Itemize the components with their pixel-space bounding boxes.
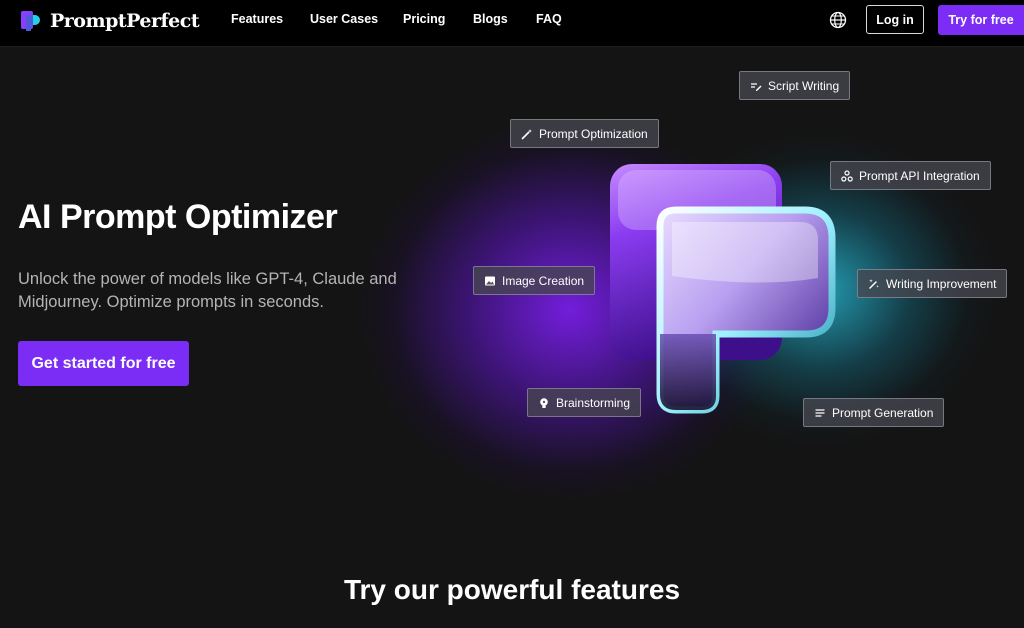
features-section-title: Try our powerful features: [343, 574, 681, 605]
top-navbar: PromptPerfect Features User Cases Pricin…: [0, 0, 1024, 47]
get-started-button[interactable]: Get started for free: [18, 341, 189, 386]
chip-script-writing[interactable]: Script Writing: [739, 71, 851, 100]
text-lines-icon: [815, 408, 825, 417]
api-nodes-icon: [841, 169, 853, 182]
image-icon: [485, 276, 495, 285]
chip-label: Prompt Generation: [832, 405, 934, 420]
brand-logo-icon: [21, 11, 40, 31]
nav-link-pricing[interactable]: Pricing: [403, 12, 445, 26]
brand-name: PromptPerfect: [50, 10, 200, 32]
chip-writing-improvement[interactable]: Writing Improvement: [857, 269, 1008, 298]
login-button[interactable]: Log in: [866, 5, 924, 34]
chip-image-creation[interactable]: Image Creation: [473, 266, 596, 295]
nav-link-faq[interactable]: FAQ: [536, 12, 562, 26]
chip-brainstorming[interactable]: Brainstorming: [527, 388, 642, 417]
prompt-perfect-3d-logo: [610, 164, 836, 414]
chip-prompt-api-integration[interactable]: Prompt API Integration: [830, 161, 991, 190]
nav-link-features[interactable]: Features: [231, 12, 283, 26]
chip-label: Writing Improvement: [886, 276, 997, 291]
pen-lines-icon: [751, 82, 762, 91]
nav-link-user-cases[interactable]: User Cases: [310, 12, 378, 26]
chip-label: Brainstorming: [556, 395, 631, 410]
chip-label: Prompt Optimization: [539, 126, 648, 141]
chip-prompt-optimization[interactable]: Prompt Optimization: [510, 119, 659, 148]
lightbulb-icon: [540, 397, 548, 408]
hero-title: AI Prompt Optimizer: [18, 198, 338, 236]
chip-label: Prompt API Integration: [859, 168, 980, 183]
sparkle-pen-icon: [869, 278, 879, 289]
chip-label: Image Creation: [502, 273, 585, 288]
globe-icon[interactable]: [829, 11, 847, 29]
nav-link-blogs[interactable]: Blogs: [473, 12, 508, 26]
try-for-free-button[interactable]: Try for free: [938, 5, 1024, 35]
brand-logo[interactable]: PromptPerfect: [20, 8, 200, 34]
chip-prompt-generation[interactable]: Prompt Generation: [803, 398, 945, 427]
chip-label: Script Writing: [768, 78, 840, 93]
magic-wand-icon: [521, 128, 532, 139]
hero-subtitle: Unlock the power of models like GPT-4, C…: [18, 270, 397, 311]
